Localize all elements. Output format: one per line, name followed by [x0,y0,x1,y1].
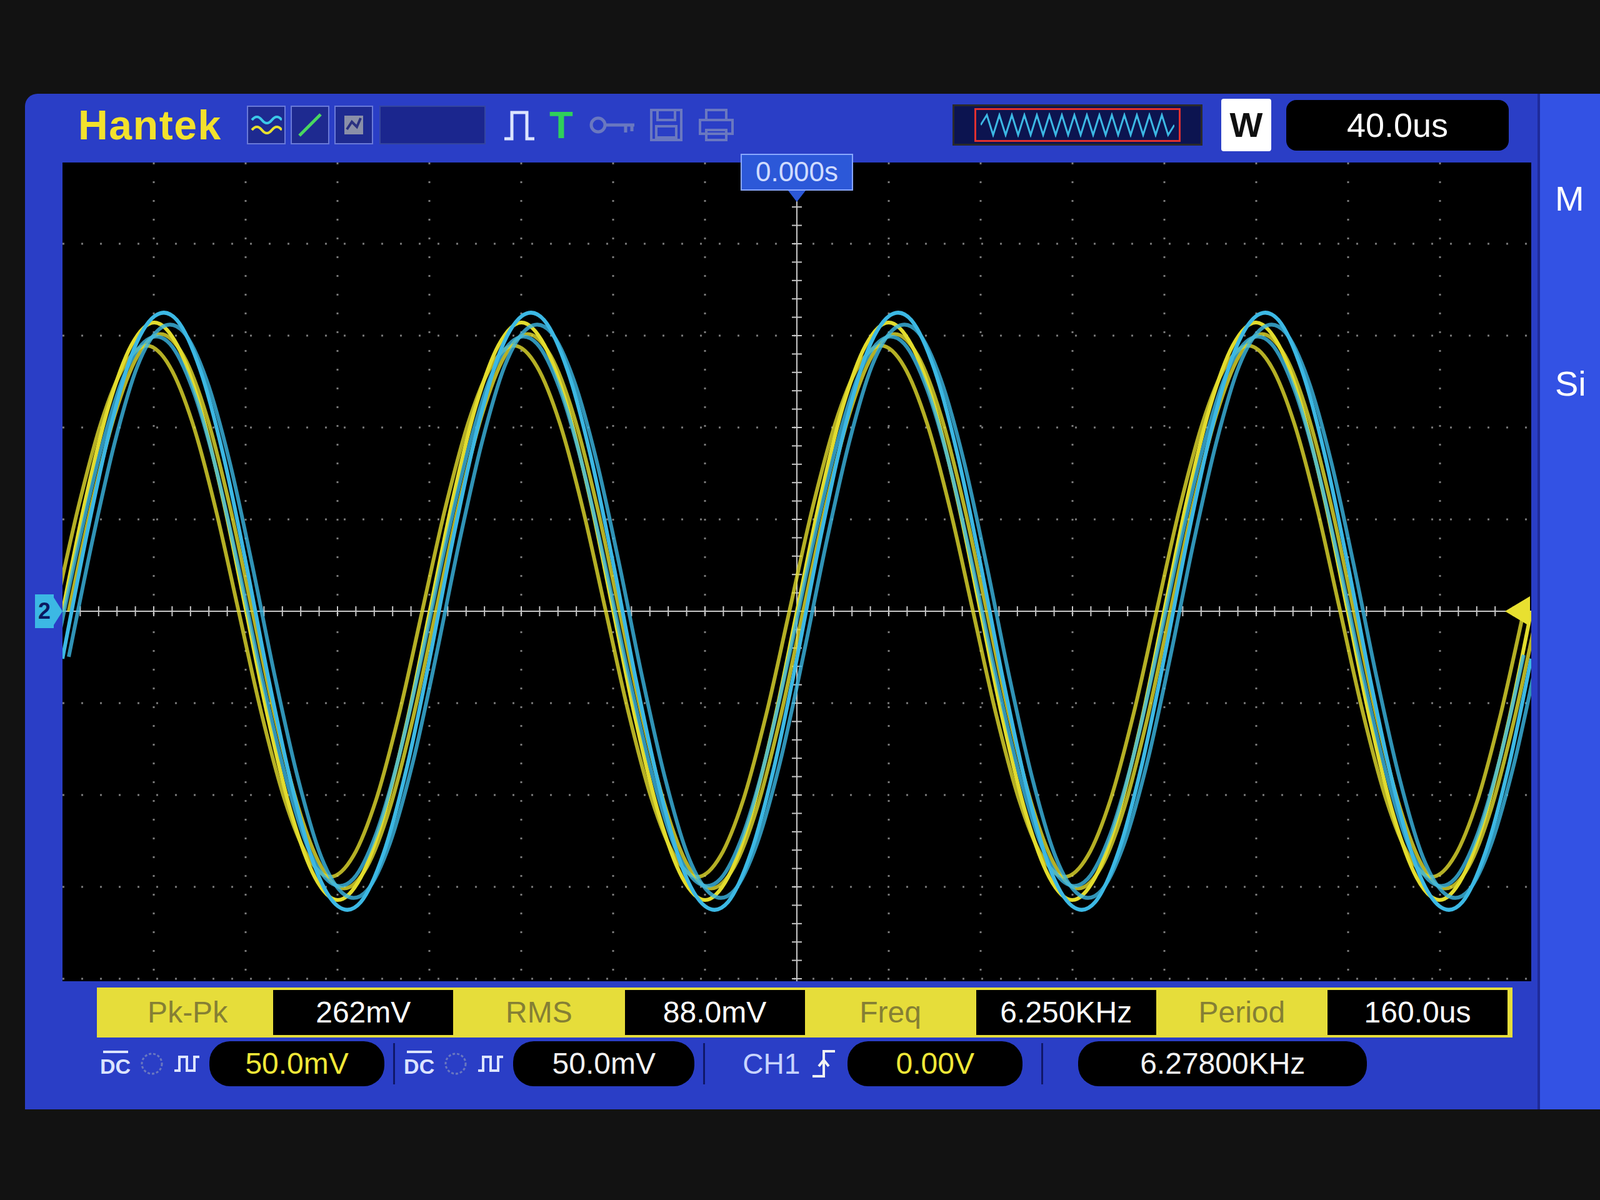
rising-edge-icon [811,1047,837,1080]
frequency-counter: 6.27800KHz [1078,1041,1367,1087]
measurement: Period 160.0us [1156,990,1508,1035]
measurement: Freq 6.250KHz [805,990,1157,1035]
trigger-status[interactable]: CH1 0.00V [742,1041,1023,1087]
view-window[interactable] [974,108,1181,142]
slope-icon[interactable] [290,105,330,145]
main-area: Hantek T [25,93,1538,1110]
pulse-icon [500,105,539,145]
coupling: DC [100,1050,131,1077]
top-bar: Hantek T [62,93,1538,157]
channel-2-marker[interactable]: 2 [35,594,63,629]
measurement: Pk-Pk 262mV [101,990,454,1035]
key-icon [588,105,639,145]
wave-icon[interactable] [246,105,286,145]
bandwidth-icon [443,1051,469,1077]
measurement: RMS 88.0mV [453,990,805,1035]
measurement-bar: Pk-Pk 262mV RMS 88.0mV Freq 6.250KHz Per… [96,987,1513,1038]
square-wave-icon [476,1053,505,1075]
save-icon [644,105,689,145]
scope-screen: Hantek T [25,93,1600,1110]
waveform-plot [62,162,1532,982]
mode-icons [246,105,374,145]
memory-overview[interactable] [952,104,1203,146]
trigger-status: T [549,105,574,145]
timebase[interactable]: 40.0us [1286,100,1509,151]
printer-icon [694,105,739,145]
channel-2-status[interactable]: DC 50.0mV [403,1041,695,1087]
overview-wave-icon [980,112,1175,138]
channel-1-status[interactable]: DC 50.0mV [100,1041,385,1087]
waveform-display: 0.000s 2 [62,162,1532,982]
coupling: DC [403,1050,435,1077]
square-wave-icon [173,1053,201,1075]
brand-logo: Hantek [78,104,222,146]
acquire-mode: W [1221,98,1272,152]
display-icon[interactable] [334,105,374,145]
status-slot [379,105,486,145]
menu-item[interactable]: M [1555,181,1600,217]
channel-trace [62,322,1532,900]
bandwidth-icon [139,1051,165,1077]
channel-trace [62,312,1532,910]
trigger-position-marker[interactable]: 0.000s [740,153,854,202]
trigger-level-marker[interactable] [1505,596,1530,627]
status-bar: DC 50.0mV DC 50.0mV CH1 0.00V [62,1040,1538,1087]
side-menu: M Si [1537,93,1600,1110]
menu-item[interactable]: Si [1555,366,1600,402]
